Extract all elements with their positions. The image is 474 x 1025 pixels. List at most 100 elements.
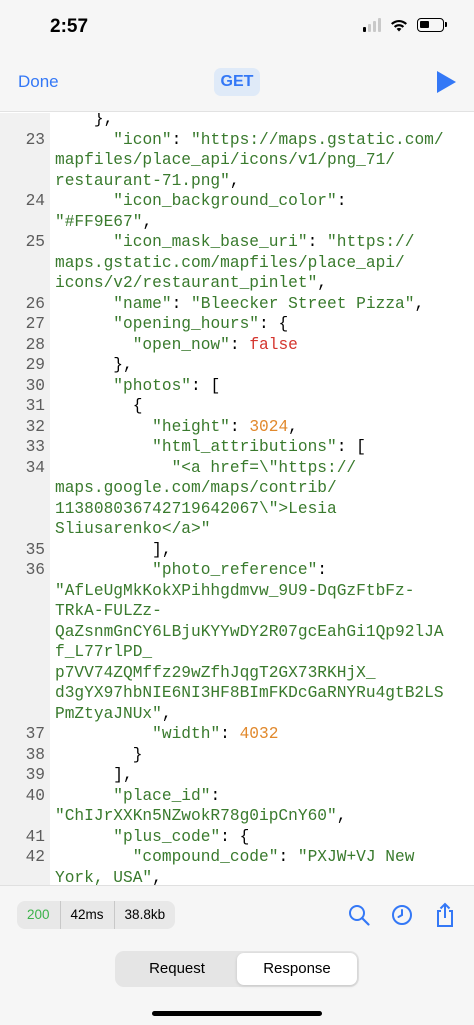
json-punctuation: : { <box>259 315 289 333</box>
code-line: 32 "height": 3024, <box>0 417 474 438</box>
status-icons <box>363 18 447 32</box>
code-line: York, USA", <box>0 868 474 886</box>
json-string: restaurant-71.png" <box>55 171 230 190</box>
json-punctuation: { <box>55 397 143 415</box>
json-punctuation <box>55 131 113 149</box>
json-string: maps.google.com/maps/contrib/ <box>55 479 337 497</box>
json-key: "width" <box>152 725 221 743</box>
code-line: 33 "html_attributions": [ <box>0 437 474 458</box>
code-text: restaurant-71.png", <box>55 171 474 192</box>
status-time: 2:57 <box>50 16 89 37</box>
json-key: "photos" <box>113 376 192 395</box>
code-line: 42 "compound_code": "PXJW+VJ New <box>0 847 474 868</box>
line-number: 40 <box>25 786 45 805</box>
json-key: "icon_mask_base_uri" <box>113 233 308 251</box>
tab-request[interactable]: Request <box>117 953 237 985</box>
code-line: 26 "name": "Bleecker Street Pizza", <box>0 294 474 315</box>
response-body-viewer[interactable]: }, 23 "icon": "https://maps.gstatic.com/m… <box>0 113 474 885</box>
code-line: maps.gstatic.com/mapfiles/place_api/ <box>0 253 474 274</box>
json-string: "AfLeUgMkKokXPihhgdmvw_9U9-DqGzFtbFz- <box>55 581 415 600</box>
json-punctuation: : <box>229 417 250 436</box>
code-line: 24 "icon_background_color": <box>0 191 474 212</box>
status-bar: 2:57 <box>0 0 474 56</box>
done-button[interactable]: Done <box>18 72 59 92</box>
json-key: "height" <box>152 417 230 436</box>
json-punctuation: , <box>288 417 298 436</box>
history-clock-icon[interactable] <box>391 904 413 926</box>
code-text: ], <box>55 765 474 786</box>
line-number: 28 <box>25 335 45 354</box>
code-text: "ChIJrXXKn5NZwokR78g0ipCnY60", <box>55 806 474 827</box>
json-punctuation: : <box>210 786 221 805</box>
json-string: maps.gstatic.com/mapfiles/place_api/ <box>55 253 405 272</box>
json-punctuation <box>55 192 113 210</box>
json-punctuation: }, <box>55 356 133 374</box>
code-text: { <box>55 396 474 417</box>
line-number: 27 <box>25 315 45 333</box>
code-text: 113808036742719642067\">Lesia <box>55 499 474 520</box>
signal-icon <box>363 18 381 32</box>
json-punctuation: : [ <box>191 376 221 395</box>
code-text: } <box>55 745 474 766</box>
json-punctuation: , <box>317 274 327 292</box>
tab-response[interactable]: Response <box>237 953 357 985</box>
code-line: 41 "plus_code": { <box>0 827 474 848</box>
line-number: 39 <box>25 766 45 784</box>
json-punctuation: , <box>152 868 162 886</box>
status-code: 200 <box>27 907 50 922</box>
code-line: d3gYX97hbNIE6NI3HF8BImFKDcGaRNYRu4gtB2LS <box>0 683 474 704</box>
json-key: "place_id" <box>113 786 211 805</box>
json-punctuation: : <box>220 725 240 743</box>
http-method-badge[interactable]: GET <box>214 68 260 96</box>
json-punctuation <box>55 233 113 251</box>
line-number: 23 <box>25 130 45 149</box>
json-string: f_L77rlPD_ <box>55 643 153 661</box>
json-key: "plus_code" <box>113 827 221 846</box>
nav-bar: Done GET <box>0 56 474 112</box>
code-text: icons/v2/restaurant_pinlet", <box>55 273 474 294</box>
battery-icon <box>417 18 447 32</box>
code-line: p7VV74ZQMffz29wZfhJqgT2GX73RKHjX_ <box>0 663 474 684</box>
line-number: 35 <box>25 540 45 559</box>
share-icon[interactable] <box>434 902 456 928</box>
code-text: ], <box>55 540 474 561</box>
search-icon[interactable] <box>348 904 370 926</box>
json-punctuation <box>55 725 152 743</box>
code-text: Sliusarenko</a>" <box>55 519 474 540</box>
code-line: restaurant-71.png", <box>0 171 474 192</box>
json-punctuation <box>55 336 133 354</box>
json-punctuation <box>55 377 113 395</box>
code-text: }, <box>55 355 474 376</box>
code-text: "plus_code": { <box>55 827 474 848</box>
code-lines: }, 23 "icon": "https://maps.gstatic.com/m… <box>0 113 474 885</box>
json-string: mapfiles/place_api/icons/v1/png_71/ <box>55 151 395 169</box>
code-line: "ChIJrXXKn5NZwokR78g0ipCnY60", <box>0 806 474 827</box>
toolbar-icons <box>348 902 456 928</box>
json-punctuation <box>55 561 152 579</box>
wifi-icon <box>391 20 407 32</box>
json-string: York, USA" <box>55 868 153 886</box>
code-line: PmZtyaJNUx", <box>0 704 474 725</box>
code-text: "html_attributions": [ <box>55 437 474 458</box>
json-punctuation: , <box>414 294 425 313</box>
code-line: QaZsnmGnCY6LBjuKYYwDY2R07gcEahGi1Qp92lJA <box>0 622 474 643</box>
code-text: PmZtyaJNUx", <box>55 704 474 725</box>
code-text: "width": 4032 <box>55 724 474 745</box>
json-key: "open_now" <box>132 335 230 354</box>
play-icon[interactable] <box>437 71 456 93</box>
json-string: 113808036742719642067\">Lesia <box>55 499 337 518</box>
json-punctuation <box>55 459 172 477</box>
json-punctuation <box>55 828 113 846</box>
json-string: QaZsnmGnCY6LBjuKYYwDY2R07gcEahGi1Qp92lJA <box>55 622 444 641</box>
code-text: "name": "Bleecker Street Pizza", <box>55 294 474 315</box>
code-line: 34 "<a href=\"https:// <box>0 458 474 479</box>
code-line: 113808036742719642067\">Lesia <box>0 499 474 520</box>
line-number: 29 <box>25 356 45 374</box>
code-line: 28 "open_now": false <box>0 335 474 356</box>
line-number: 42 <box>25 848 45 866</box>
json-string: Sliusarenko</a>" <box>55 520 211 538</box>
code-text: mapfiles/place_api/icons/v1/png_71/ <box>55 150 474 171</box>
code-line: 39 ], <box>0 765 474 786</box>
json-punctuation <box>55 848 133 866</box>
json-punctuation: : <box>171 294 192 313</box>
